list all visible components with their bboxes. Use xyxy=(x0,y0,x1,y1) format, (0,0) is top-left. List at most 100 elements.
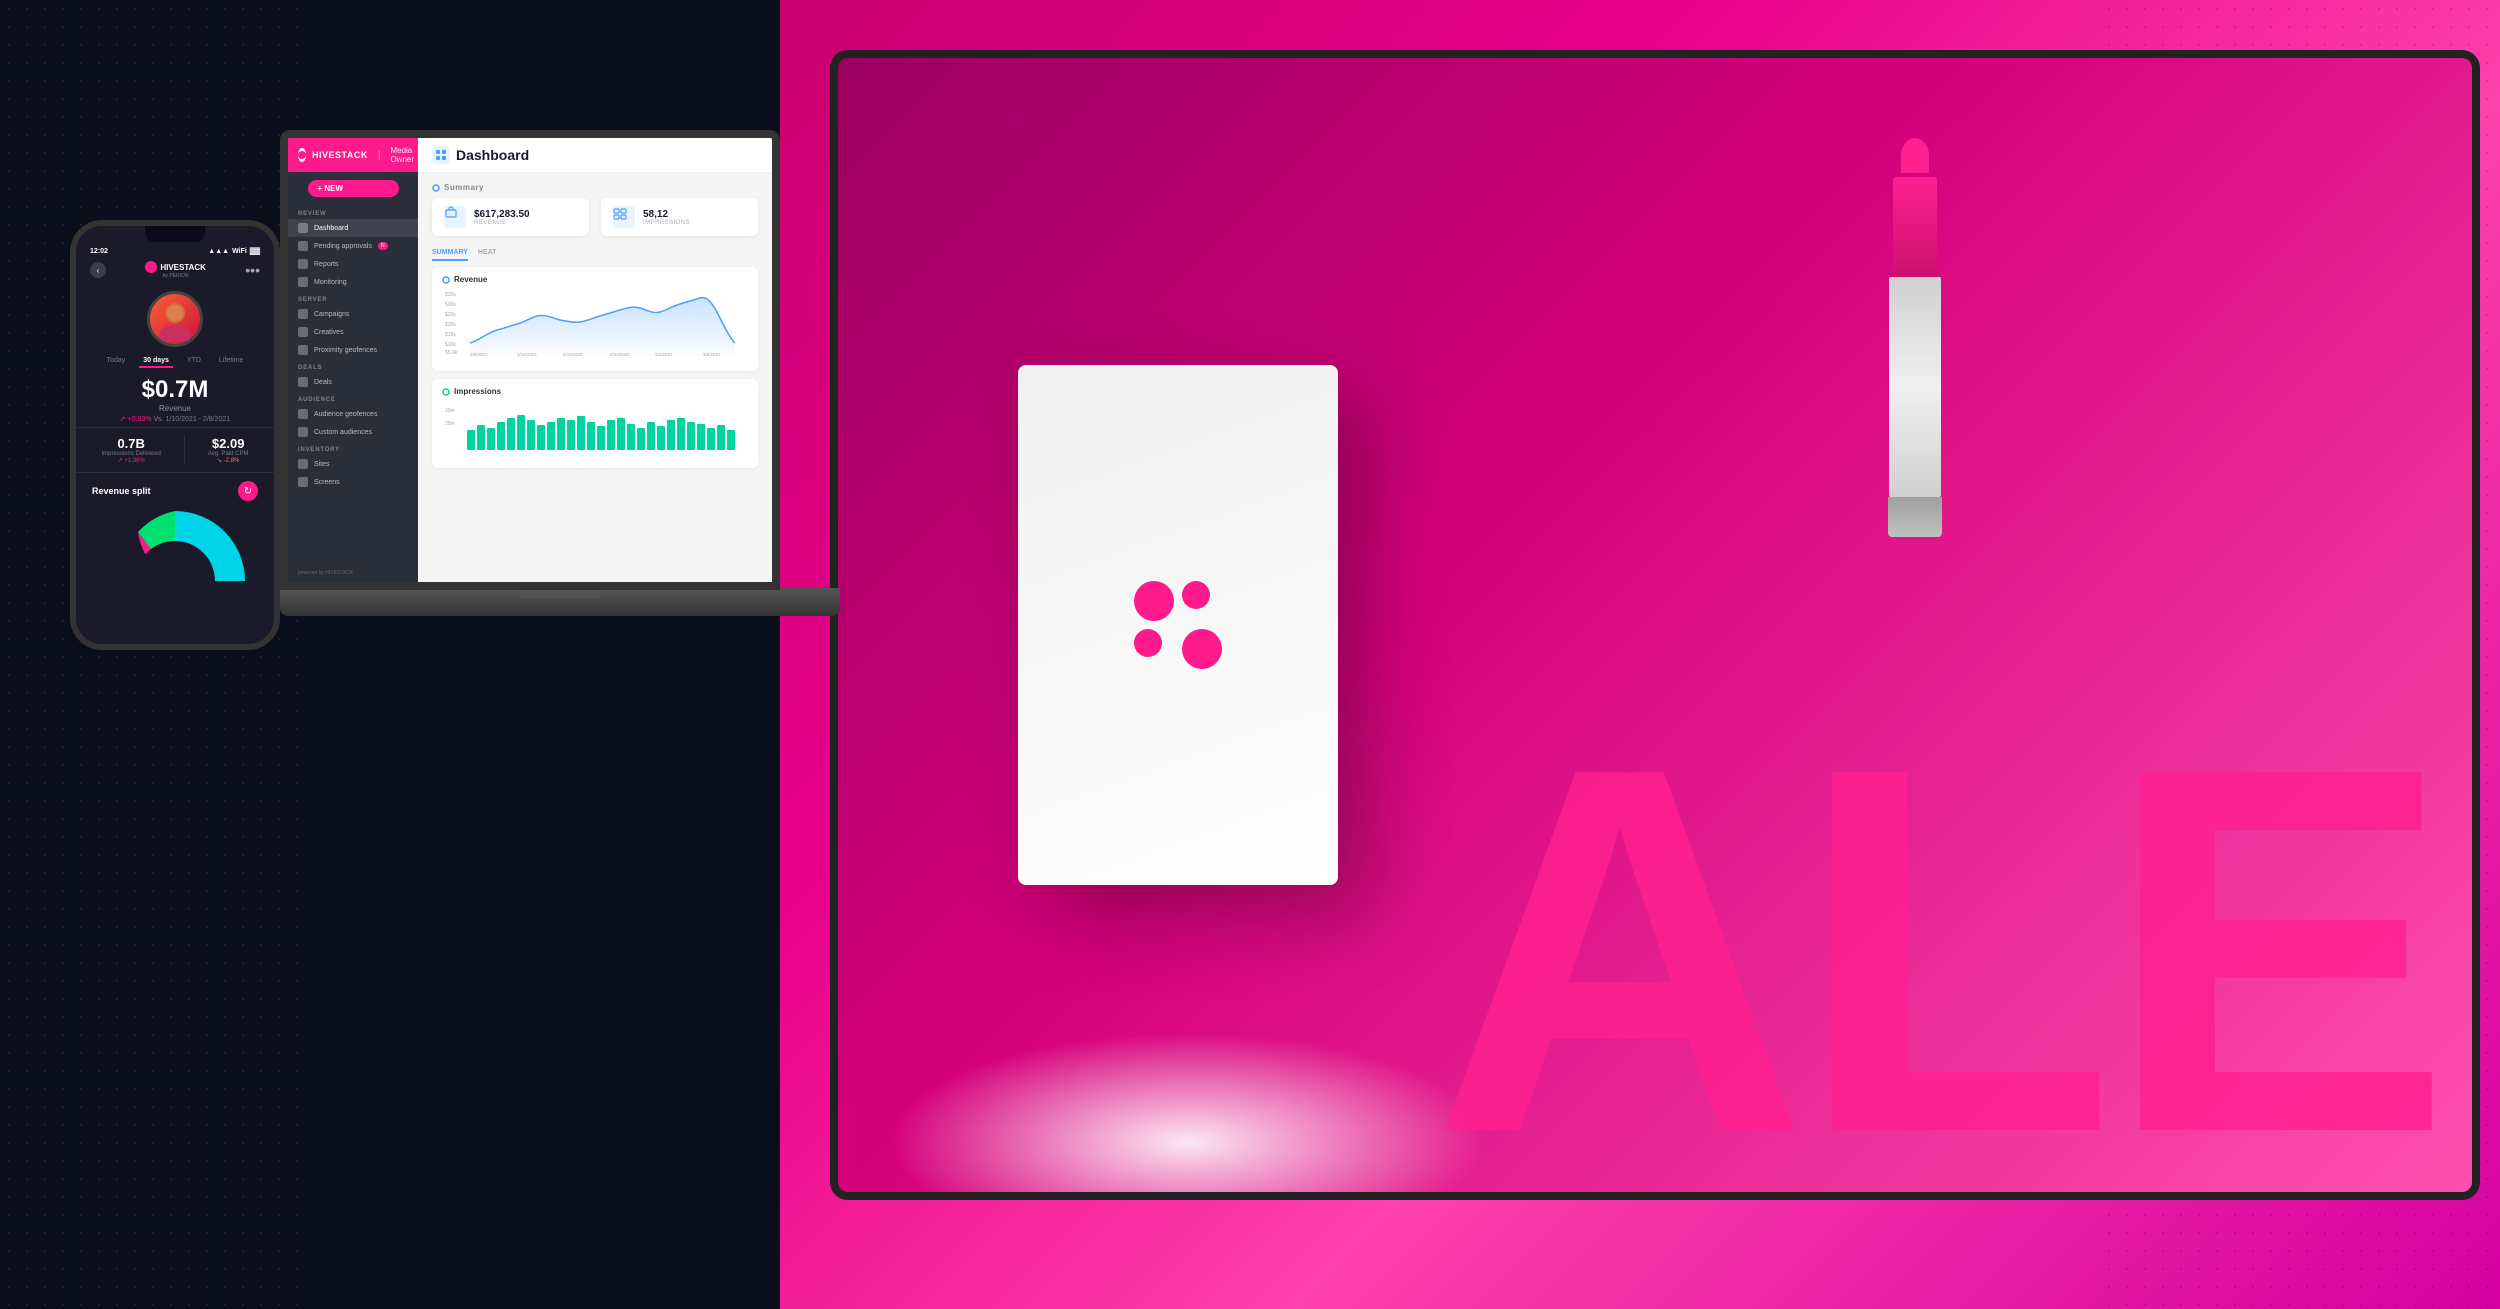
sidebar-item-campaigns-label: Campaigns xyxy=(314,311,349,318)
sidebar-item-campaigns[interactable]: Campaigns xyxy=(288,305,418,323)
revenue-card: $617,283.50 REVENUE xyxy=(432,198,589,236)
phone-nav-header: ‹ HIVESTACK by PERION ••• xyxy=(76,257,274,283)
phone-more-button[interactable]: ••• xyxy=(245,262,260,278)
reports-icon xyxy=(298,259,308,269)
powered-by: powered by HIVESTACK xyxy=(288,564,418,582)
revenue-chart-section: Revenue $35k $30k $25k $20k $15k $10k $5… xyxy=(432,267,758,371)
impressions-label: IMPRESSIONS xyxy=(643,220,690,226)
laptop-screen: HIVESTACK | Media Owner + NEW REVIEW Das… xyxy=(280,130,780,590)
sidebar-item-pending[interactable]: Pending approvals N xyxy=(288,237,418,255)
refresh-button[interactable]: ↻ xyxy=(238,481,258,501)
sidebar-item-deals-label: Deals xyxy=(314,379,332,386)
sidebar-header: HIVESTACK | Media Owner xyxy=(288,138,418,172)
svg-text:3/6/2021: 3/6/2021 xyxy=(703,352,721,357)
dashboard-title-icon xyxy=(432,146,450,164)
cpm-trend-arrow: ↘ xyxy=(217,458,222,464)
screens-icon xyxy=(298,477,308,487)
svg-text:$25k: $25k xyxy=(445,312,456,318)
phone-stat-cpm: $2.09 Avg. Paid CPM ↘ -2.8% xyxy=(208,436,249,464)
impressions-card: 58,12 IMPRESSIONS xyxy=(601,198,758,236)
sidebar-subtitle: Media Owner xyxy=(390,146,414,164)
phone-logo-row: HIVESTACK xyxy=(145,261,206,273)
new-button[interactable]: + NEW xyxy=(308,180,399,197)
summary-icon xyxy=(432,184,440,192)
sidebar-item-creatives[interactable]: Creatives xyxy=(288,323,418,341)
trend-arrow-icon: ↗ xyxy=(120,416,126,423)
phone-tab-today[interactable]: Today xyxy=(103,355,130,368)
impressions-chart-svg: 30m 25m xyxy=(442,400,748,455)
svg-text:30m: 30m xyxy=(445,408,455,414)
phone-brand-sub: by PERION xyxy=(163,273,189,279)
laptop-base xyxy=(280,588,840,616)
sidebar-item-screens[interactable]: Screens xyxy=(288,473,418,491)
svg-text:$20k: $20k xyxy=(445,322,456,328)
svg-text:$10k: $10k xyxy=(445,342,456,348)
laptop: HIVESTACK | Media Owner + NEW REVIEW Das… xyxy=(280,130,840,690)
phone-avatar xyxy=(147,291,203,347)
phone-tab-30days[interactable]: 30 days xyxy=(139,355,173,368)
phone-tab-ytd[interactable]: YTD xyxy=(183,355,205,368)
refresh-icon: ↻ xyxy=(244,486,252,497)
sidebar-item-monitoring[interactable]: Monitoring xyxy=(288,273,418,291)
product-logo-grid xyxy=(1134,581,1222,669)
sidebar-item-deals[interactable]: Deals xyxy=(288,373,418,391)
revenue-value: $617,283.50 xyxy=(474,209,530,220)
svg-text:2/24/2021: 2/24/2021 xyxy=(610,352,631,357)
svg-text:$15k: $15k xyxy=(445,332,456,338)
pending-icon xyxy=(298,241,308,251)
lipstick-drop xyxy=(1901,138,1929,173)
tab-summary[interactable]: SUMMARY xyxy=(432,246,468,261)
phone-status-bar: 12:02 ▲▲▲ WiFi ▓▓ xyxy=(76,242,274,257)
campaigns-icon xyxy=(298,309,308,319)
sidebar-item-sites-label: Sites xyxy=(314,461,330,468)
sidebar-logo-inner xyxy=(298,151,306,159)
dashboard-icon xyxy=(298,223,308,233)
cpm-trend: ↘ -2.8% xyxy=(208,457,249,464)
lipstick-bot xyxy=(1888,497,1942,537)
sidebar-item-audience-geo[interactable]: Audience geofences xyxy=(288,405,418,423)
battery-icon: ▓▓ xyxy=(250,248,260,255)
sidebar-item-audience-geo-label: Audience geofences xyxy=(314,411,377,418)
pending-badge: N xyxy=(378,242,388,250)
sidebar-item-proximity-label: Proximity geofences xyxy=(314,347,377,354)
phone-stat-impressions: 0.7B Impressions Delivered ↗ +1.38% xyxy=(102,436,161,464)
phone-back-button[interactable]: ‹ xyxy=(90,262,106,278)
phone-tab-lifetime[interactable]: Lifetime xyxy=(215,355,248,368)
dots-pattern-left xyxy=(0,0,300,1309)
sidebar-item-proximity[interactable]: Proximity geofences xyxy=(288,341,418,359)
sidebar-item-custom-audiences[interactable]: Custom audiences xyxy=(288,423,418,441)
monitoring-icon xyxy=(298,277,308,287)
impressions-card-icon xyxy=(613,206,635,228)
logo-dot-1 xyxy=(1134,581,1174,621)
revenue-split-header: Revenue split ↻ xyxy=(92,481,258,501)
deals-icon xyxy=(298,377,308,387)
sidebar-item-reports[interactable]: Reports xyxy=(288,255,418,273)
lipstick-mid xyxy=(1889,277,1941,497)
sidebar-section-server: SERVER xyxy=(288,291,418,305)
tab-heat[interactable]: HEAT xyxy=(478,246,497,261)
sidebar-item-sites[interactable]: Sites xyxy=(288,455,418,473)
phone-time: 12:02 xyxy=(90,248,108,255)
sidebar-divider: | xyxy=(378,150,381,161)
svg-text:2/9/2021: 2/9/2021 xyxy=(470,352,488,357)
phone-body: 12:02 ▲▲▲ WiFi ▓▓ ‹ HIVESTACK by PERION … xyxy=(70,220,280,650)
impressions-chart-section: Impressions 30m 25m xyxy=(432,379,758,468)
phone-revenue-label: Revenue xyxy=(76,404,274,413)
tv-content: ALE xyxy=(838,58,2472,1192)
topbar: Dashboard xyxy=(418,138,772,173)
phone-revenue-value: $0.7M xyxy=(76,376,274,404)
impressions-chart-icon xyxy=(442,388,450,396)
avg-cpm-value: $2.09 xyxy=(208,436,249,451)
revenue-split-section: Revenue split ↻ xyxy=(76,473,274,594)
phone-status-icons: ▲▲▲ WiFi ▓▓ xyxy=(208,248,260,255)
phone-stats-row: 0.7B Impressions Delivered ↗ +1.38% $2.0… xyxy=(76,427,274,473)
sidebar-item-pending-label: Pending approvals xyxy=(314,243,372,250)
phone-logo-dot xyxy=(145,261,157,273)
impressions-trend-arrow: ↗ xyxy=(118,458,123,464)
trend-value: +0.93% xyxy=(128,416,152,423)
sidebar-item-dashboard[interactable]: Dashboard xyxy=(288,219,418,237)
svg-text:2/14/2021: 2/14/2021 xyxy=(517,352,538,357)
impressions-trend: ↗ +1.38% xyxy=(102,457,161,464)
dashboard-app: HIVESTACK | Media Owner + NEW REVIEW Das… xyxy=(288,138,772,582)
audience-geo-icon xyxy=(298,409,308,419)
